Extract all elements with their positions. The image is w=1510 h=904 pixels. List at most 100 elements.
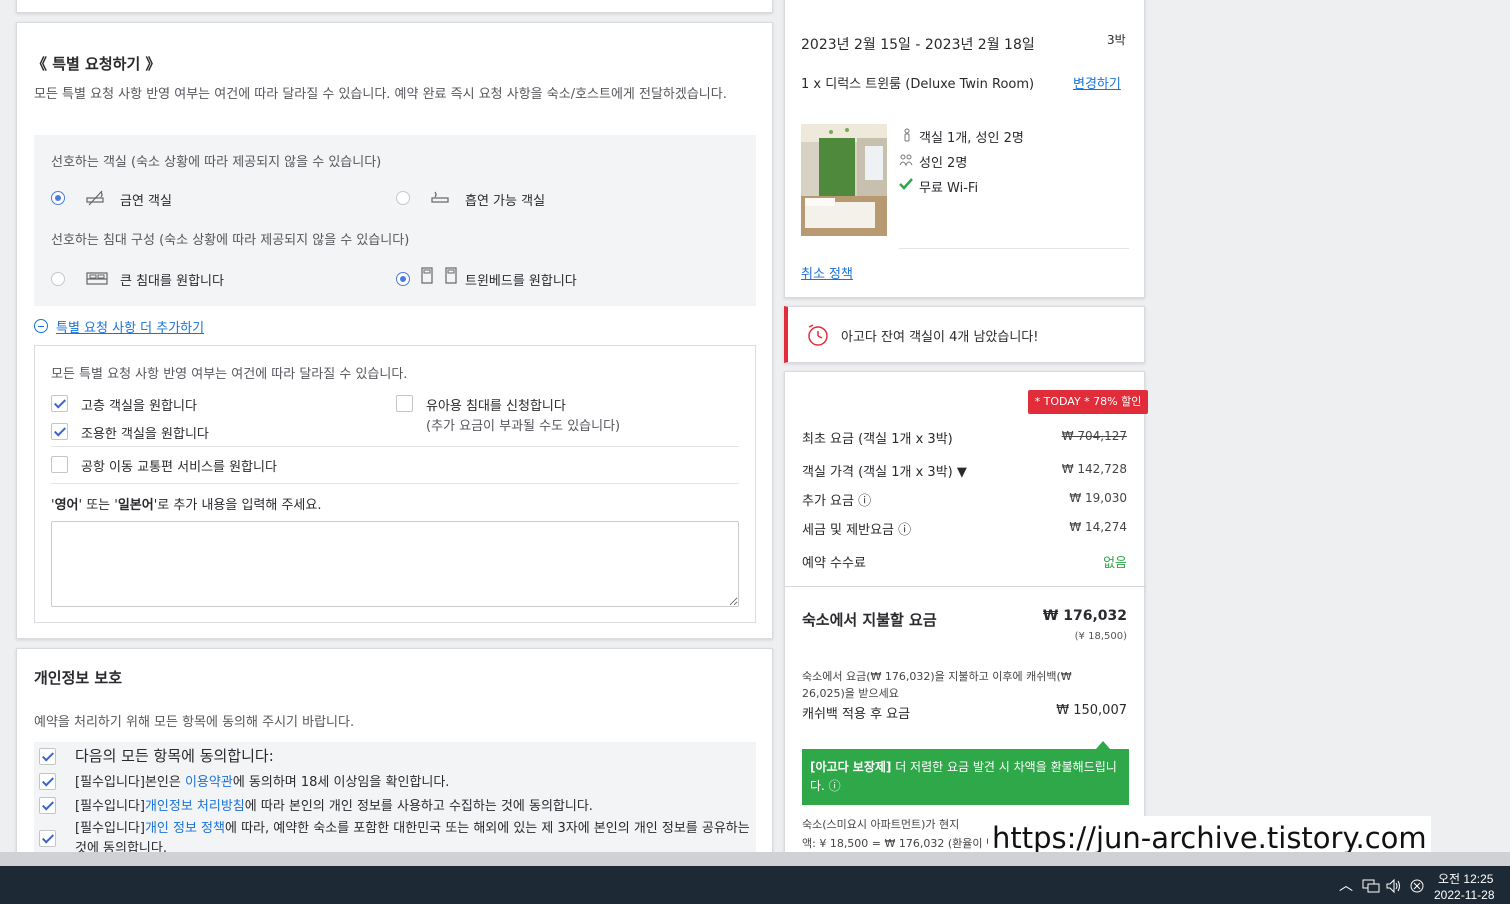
pay-at-property-label: 숙소에서 지불할 요금: [802, 611, 937, 629]
twin-bed-radio[interactable]: [396, 272, 410, 286]
alarm-clock-icon: [808, 324, 828, 346]
occupancy-text: 객실 1개, 성인 2명: [919, 131, 1024, 146]
room-price-label[interactable]: 객실 가격 (객실 1개 x 3박) ▼: [802, 461, 967, 480]
adults-icon: [899, 154, 913, 167]
non-smoking-radio[interactable]: [51, 191, 65, 205]
room-photo[interactable]: [801, 124, 887, 236]
banner-pointer: [1096, 741, 1110, 749]
original-price-label: 최초 요금 (객실 1개 x 3박): [802, 432, 953, 447]
person-icon: [904, 128, 910, 142]
after-cashback-value: ₩ 150,007: [1056, 703, 1127, 718]
tray-chevron-icon[interactable]: ︿: [1339, 875, 1353, 895]
windows-taskbar: ︿ 오전 12:25 2022-11-28: [0, 866, 1510, 904]
booking-fee-value: 없음: [1103, 556, 1127, 571]
high-floor-checkbox[interactable]: [51, 395, 68, 412]
bed-preference-label: 선호하는 침대 구성 (숙소 상황에 따라 제공되지 않을 수 있습니다): [51, 233, 410, 248]
booking-fee-label: 예약 수수료: [802, 556, 866, 571]
twin-bed-icon: [421, 267, 457, 284]
rooms-left-text: 아고다 잔여 객실이 4개 남았습니다!: [841, 330, 1039, 345]
privacy-description: 예약을 처리하기 위해 모든 항목에 동의해 주시기 바랍니다.: [34, 715, 355, 730]
terms-link[interactable]: 이용약관: [185, 775, 233, 790]
room-type: 1 x 디럭스 트윈룸 (Deluxe Twin Room): [801, 77, 1035, 92]
preferences-box: 선호하는 객실 (숙소 상황에 따라 제공되지 않을 수 있습니다) 금연 객실…: [34, 135, 756, 306]
special-request-description: 모든 특별 요청 사항 반영 여부는 여건에 따라 달라질 수 있습니다. 예약…: [34, 87, 727, 102]
wifi-text: 무료 Wi-Fi: [919, 181, 979, 196]
agree-all-label[interactable]: 다음의 모든 항목에 동의합니다:: [75, 745, 274, 766]
extra-request-label: '영어' 또는 '일본어'로 추가 내용을 입력해 주세요.: [51, 498, 322, 513]
network-icon[interactable]: [1362, 878, 1380, 894]
divider: [51, 483, 739, 484]
consent-box: 다음의 모든 항목에 동의합니다: [필수입니다]본인은 이용약관에 동의하며 …: [34, 742, 756, 852]
data-sharing-checkbox[interactable]: [39, 830, 56, 847]
browser-viewport: 《 특별 요청하기 》 모든 특별 요청 사항 반영 여부는 여건에 따라 달라…: [0, 0, 1510, 852]
baby-cot-label[interactable]: 유아용 침대를 신청합니다: [426, 395, 566, 414]
no-smoking-icon: [86, 190, 104, 206]
more-requests-description: 모든 특별 요청 사항 반영 여부는 여건에 따라 달라질 수 있습니다.: [51, 367, 408, 382]
horizontal-scrollbar[interactable]: [0, 852, 1510, 866]
japanese-keyword: 일본어: [117, 498, 154, 513]
pay-yen-value: (¥ 18,500): [1074, 631, 1127, 642]
volume-icon[interactable]: [1385, 878, 1403, 894]
terms-checkbox[interactable]: [39, 773, 56, 790]
checkmark-icon: [899, 178, 913, 190]
booking-summary-card: 2023년 2월 15일 - 2023년 2월 18일 3박 1 x 디럭스 트…: [784, 0, 1145, 298]
more-requests-box: 모든 특별 요청 사항 반영 여부는 여건에 따라 달라질 수 있습니다. 고층…: [34, 345, 756, 623]
divider: [51, 446, 739, 447]
currency-note-line2: 액: ¥ 18,500 = ₩ 176,032 (환율이 변: [802, 837, 997, 850]
room-price-value: ₩ 142,728: [1061, 462, 1127, 476]
cashback-note: 숙소에서 요금(₩ 176,032)을 지불하고 이후에 캐쉬백(₩ 26,02…: [802, 670, 1072, 700]
room-preference-label: 선호하는 객실 (숙소 상황에 따라 제공되지 않을 수 있습니다): [51, 155, 382, 170]
large-bed-radio[interactable]: [51, 272, 65, 286]
watermark: https://jun-archive.tistory.com: [988, 816, 1431, 852]
after-cashback-label: 캐쉬백 적용 후 요금: [802, 707, 911, 722]
smoking-radio[interactable]: [396, 191, 410, 205]
original-price-value: ₩ 704,127: [1061, 429, 1127, 443]
agree-all-checkbox[interactable]: [39, 748, 56, 765]
divider: [899, 248, 1129, 249]
non-smoking-label[interactable]: 금연 객실: [120, 190, 172, 209]
double-bed-icon: [86, 272, 108, 285]
extra-charge-label: 추가 요금 ⓘ: [802, 494, 872, 509]
personal-info-policy-link[interactable]: 개인 정보 정책: [145, 821, 225, 836]
discount-badge: * TODAY * 78% 할인: [1028, 390, 1148, 414]
adults-text: 성인 2명: [919, 156, 968, 171]
privacy-policy-consent-text: [필수입니다]개인정보 처리방침에 따라 본인의 개인 정보를 사용하고 수집하…: [75, 799, 593, 814]
privacy-title: 개인정보 보호: [34, 669, 123, 687]
twin-bed-label[interactable]: 트윈베드를 원합니다: [465, 270, 577, 289]
price-breakdown-card: * TODAY * 78% 할인 최초 요금 (객실 1개 x 3박) ₩ 70…: [784, 371, 1148, 852]
currency-note-line1: 숙소(스미요시 아파트먼트)가 현지: [802, 818, 960, 831]
price-guarantee-banner: [아고다 보장제] 더 저렴한 요금 발견 시 차액을 환불해드립니다. ⓘ: [802, 749, 1129, 805]
taxes-label: 세금 및 제반요금 ⓘ: [802, 523, 912, 538]
change-room-link[interactable]: 변경하기: [1073, 73, 1121, 92]
english-keyword: 영어: [54, 498, 79, 513]
special-request-card: 《 특별 요청하기 》 모든 특별 요청 사항 반영 여부는 여건에 따라 달라…: [16, 22, 773, 639]
quiet-room-label[interactable]: 조용한 객실을 원합니다: [81, 423, 209, 442]
notification-blocked-icon[interactable]: [1409, 878, 1425, 894]
terms-consent-text: [필수입니다]본인은 이용약관에 동의하며 18세 이상임을 확인합니다.: [75, 775, 450, 790]
baby-cot-checkbox[interactable]: [396, 395, 413, 412]
quiet-room-checkbox[interactable]: [51, 423, 68, 440]
cancellation-policy-link[interactable]: 취소 정책: [801, 263, 853, 282]
airport-transfer-label[interactable]: 공항 이동 교통편 서비스를 원합니다: [81, 456, 277, 475]
clock-date[interactable]: 2022-11-28: [1434, 888, 1495, 902]
collapse-minus-icon[interactable]: [34, 319, 48, 333]
privacy-policy-link[interactable]: 개인정보 처리방침: [145, 799, 245, 814]
baby-cot-note: (추가 요금이 부과될 수도 있습니다): [426, 419, 621, 434]
extra-request-textarea[interactable]: [51, 521, 739, 607]
clock-time[interactable]: 오전 12:25: [1438, 870, 1493, 887]
taxes-value: ₩ 14,274: [1069, 520, 1127, 534]
privacy-card: 개인정보 보호 예약을 처리하기 위해 모든 항목에 동의해 주시기 바랍니다.…: [16, 648, 773, 852]
special-request-title: 《 특별 요청하기 》: [32, 55, 161, 73]
airport-transfer-checkbox[interactable]: [51, 456, 68, 473]
large-bed-label[interactable]: 큰 침대를 원합니다: [120, 270, 224, 289]
rooms-left-alert: 아고다 잔여 객실이 4개 남았습니다!: [784, 306, 1145, 363]
add-more-requests-link[interactable]: 특별 요청 사항 더 추가하기: [56, 317, 204, 336]
stay-dates: 2023년 2월 15일 - 2023년 2월 18일: [801, 37, 1035, 53]
smoking-label[interactable]: 흡연 가능 객실: [465, 190, 545, 209]
data-sharing-consent-text: [필수입니다]개인 정보 정책에 따라, 예약한 숙소를 포함한 대한민국 또는…: [75, 821, 750, 852]
divider: [785, 586, 1146, 587]
extra-charge-value: ₩ 19,030: [1069, 491, 1127, 505]
previous-section-card: [16, 0, 773, 13]
high-floor-label[interactable]: 고층 객실을 원합니다: [81, 395, 197, 414]
privacy-policy-checkbox[interactable]: [39, 797, 56, 814]
